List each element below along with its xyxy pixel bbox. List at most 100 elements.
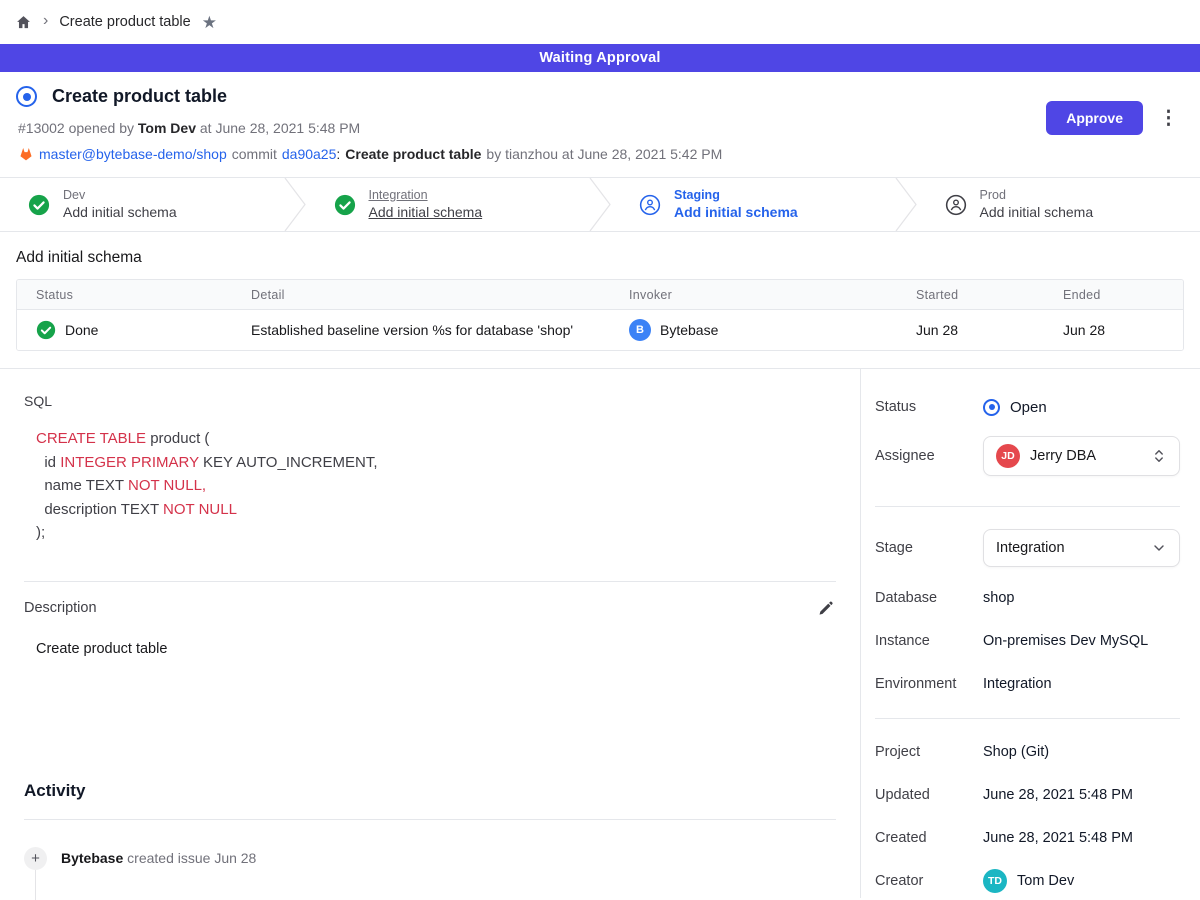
col-detail: Detail [251, 288, 629, 302]
stage-env-label: Staging [674, 187, 798, 204]
bytebase-avatar: B [629, 319, 651, 341]
status-row: Status Open [875, 393, 1180, 421]
task-table: Status Detail Invoker Started Ended Done… [16, 279, 1184, 351]
person-circle-icon [639, 194, 661, 216]
instance-value: On-premises Dev MySQL [983, 633, 1180, 649]
main-column: SQL CREATE TABLE product ( id INTEGER PR… [0, 369, 860, 898]
stage-staging[interactable]: Staging Add initial schema [611, 178, 895, 231]
issue-open-icon [16, 86, 37, 107]
database-row: Database shop [875, 584, 1180, 612]
stage-separator-icon [895, 178, 917, 231]
created-value: June 28, 2021 5:48 PM [983, 830, 1180, 846]
assignee-row: Assignee JD Jerry DBA [875, 436, 1180, 476]
stage-task-label: Add initial schema [63, 203, 177, 222]
project-value: Shop (Git) [983, 744, 1180, 760]
environment-label: Environment [875, 676, 983, 692]
divider [875, 506, 1180, 507]
stage-env-label: Integration [369, 187, 483, 204]
divider [875, 718, 1180, 719]
breadcrumb-separator: › [43, 12, 48, 30]
plus-icon: + [24, 847, 47, 870]
project-row: Project Shop (Git) [875, 738, 1180, 766]
check-circle-icon [334, 194, 356, 216]
task-invoker: Bytebase [660, 322, 718, 338]
stage-task-label: Add initial schema [980, 203, 1094, 222]
creator-value: Tom Dev [1017, 873, 1074, 889]
creator-row: Creator TD Tom Dev [875, 867, 1180, 895]
environment-row: Environment Integration [875, 670, 1180, 698]
sql-code: CREATE TABLE product ( id INTEGER PRIMAR… [36, 427, 836, 545]
instance-row: Instance On-premises Dev MySQL [875, 627, 1180, 655]
table-row[interactable]: Done Established baseline version %s for… [17, 310, 1183, 350]
created-row: Created June 28, 2021 5:48 PM [875, 824, 1180, 852]
assignee-value: Jerry DBA [1030, 448, 1096, 464]
stage-env-label: Prod [980, 187, 1094, 204]
edit-pencil-icon[interactable] [815, 598, 836, 619]
updated-label: Updated [875, 787, 983, 803]
instance-label: Instance [875, 633, 983, 649]
open-status-icon [983, 399, 1000, 416]
check-circle-icon [28, 194, 50, 216]
banner-text: Waiting Approval [539, 50, 660, 66]
stage-dev[interactable]: Dev Add initial schema [0, 178, 284, 231]
stage-select[interactable]: Integration [983, 529, 1180, 567]
activity-title: Activity [24, 781, 836, 801]
bookmark-star-icon[interactable]: ★ [202, 14, 217, 31]
stage-integration[interactable]: Integration Add initial schema [306, 178, 590, 231]
stage-task-label: Add initial schema [369, 203, 483, 222]
task-table-header: Status Detail Invoker Started Ended [17, 280, 1183, 310]
task-section-title: Add initial schema [16, 249, 1184, 267]
commit-hash-link[interactable]: da90a25 [282, 146, 337, 162]
description-text: Create product table [36, 641, 836, 657]
person-circle-icon [945, 194, 967, 216]
divider [24, 819, 836, 820]
chevron-down-icon [1151, 540, 1167, 556]
stage-row: Stage Integration [875, 529, 1180, 567]
sql-label: SQL [24, 393, 836, 409]
project-label: Project [875, 744, 983, 760]
issue-meta: #13002 opened by Tom Dev at June 28, 202… [18, 120, 1184, 136]
col-invoker: Invoker [629, 288, 916, 302]
activity-item: + Bytebase created issue Jun 28 [24, 847, 836, 870]
description-label: Description [24, 600, 97, 616]
database-value: shop [983, 590, 1180, 606]
kebab-menu-icon[interactable]: ⋮ [1155, 107, 1182, 130]
breadcrumb-title[interactable]: Create product table [59, 14, 190, 30]
timeline-line [35, 870, 36, 900]
jerry-avatar: JD [996, 444, 1020, 468]
task-section: Add initial schema Status Detail Invoker… [0, 232, 1200, 368]
stage-prod[interactable]: Prod Add initial schema [917, 178, 1200, 231]
created-label: Created [875, 830, 983, 846]
divider [24, 581, 836, 582]
activity-action: created issue Jun 28 [123, 850, 256, 866]
task-started: Jun 28 [916, 322, 1063, 338]
status-value: Open [1010, 399, 1047, 416]
stage-label: Stage [875, 540, 983, 556]
stage-separator-icon [589, 178, 611, 231]
col-ended: Ended [1063, 288, 1183, 302]
col-started: Started [916, 288, 1063, 302]
branch-link[interactable]: master@bytebase-demo/shop [39, 146, 227, 162]
commit-byline: by tianzhou at June 28, 2021 5:42 PM [486, 146, 722, 162]
assignee-select[interactable]: JD Jerry DBA [983, 436, 1180, 476]
breadcrumb: › Create product table ★ [0, 0, 1200, 44]
task-ended: Jun 28 [1063, 322, 1183, 338]
issue-header: Create product table #13002 opened by To… [0, 72, 1200, 177]
meta-prefix: #13002 opened by [18, 120, 138, 136]
gitlab-icon [18, 146, 34, 162]
status-label: Status [875, 399, 983, 415]
home-icon[interactable] [15, 14, 32, 31]
environment-value: Integration [983, 676, 1180, 692]
tom-avatar: TD [983, 869, 1007, 893]
task-detail: Established baseline version %s for data… [251, 322, 629, 338]
updated-row: Updated June 28, 2021 5:48 PM [875, 781, 1180, 809]
commit-message: Create product table [345, 146, 481, 162]
meta-suffix: at June 28, 2021 5:48 PM [196, 120, 360, 136]
updated-value: June 28, 2021 5:48 PM [983, 787, 1180, 803]
assignee-label: Assignee [875, 448, 983, 464]
col-status: Status [17, 288, 251, 302]
approve-button[interactable]: Approve [1046, 101, 1143, 135]
commit-line: master@bytebase-demo/shop commit da90a25… [18, 146, 1184, 162]
commit-colon: : [336, 146, 340, 162]
stage-separator-icon [284, 178, 306, 231]
